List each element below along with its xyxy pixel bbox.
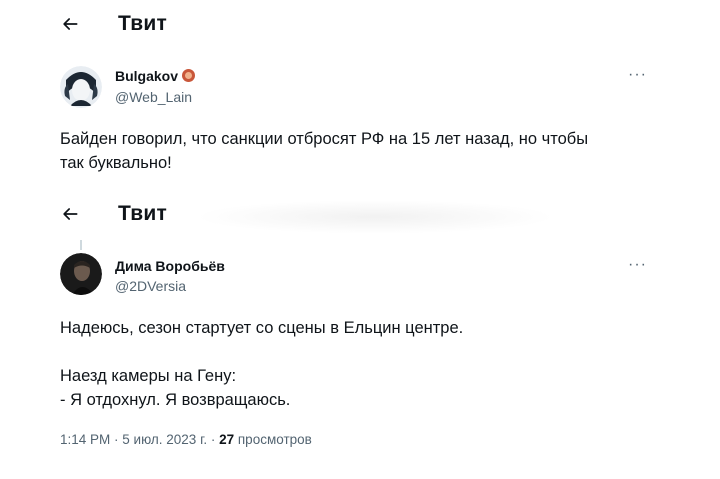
avatar[interactable] — [60, 66, 102, 108]
tweet1-header: Твит — [0, 6, 720, 46]
author-handle[interactable]: @2DVersia — [115, 278, 186, 294]
author-name[interactable]: Дима Воробьёв — [115, 258, 225, 274]
thread-connector — [80, 240, 82, 250]
tweet2-header: Твит — [0, 196, 720, 236]
views-count: 27 — [219, 432, 235, 447]
back-arrow-icon[interactable] — [60, 14, 84, 38]
avatar[interactable] — [60, 253, 102, 295]
more-options-icon[interactable]: ··· — [628, 256, 647, 274]
tweet-text: Надеюсь, сезон стартует со сцены в Ельци… — [60, 319, 464, 409]
back-arrow-icon[interactable] — [60, 204, 84, 228]
more-options-icon[interactable]: ··· — [628, 66, 647, 84]
author-name[interactable]: Bulgakov — [115, 68, 196, 84]
tweet-meta: 1:14 PM · 5 июл. 2023 г. · 27 просмотров — [60, 432, 312, 447]
timestamp-link[interactable]: 1:14 PM · 5 июл. 2023 г. · — [60, 432, 219, 447]
author-handle[interactable]: @Web_Lain — [115, 89, 192, 105]
page-title: Твит — [118, 202, 167, 225]
page-title: Твит — [118, 12, 167, 35]
badge-icon — [182, 69, 196, 82]
tweet-text: Байден говорил, что санкции отбросят РФ … — [60, 130, 589, 172]
views-label: просмотров — [234, 432, 312, 447]
